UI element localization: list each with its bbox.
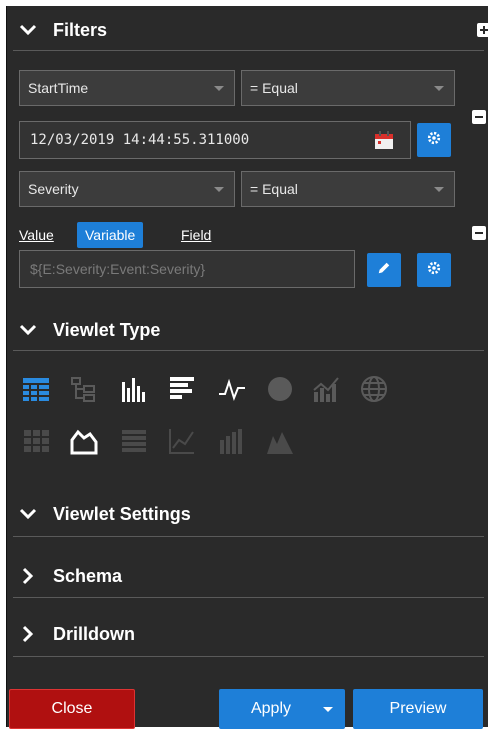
add-filter-plus-icon[interactable]	[477, 23, 488, 37]
filter1-datetime-input[interactable]: 12/03/2019 14:44:55.311000	[19, 121, 411, 159]
chevron-right-icon	[17, 623, 39, 645]
viewlet-settings-section-header[interactable]: Viewlet Settings	[7, 494, 191, 534]
combo-chart-icon[interactable]	[311, 374, 341, 404]
chevron-down-icon	[17, 503, 39, 525]
chevron-down-icon	[214, 86, 224, 91]
close-button-label: Close	[51, 700, 93, 717]
drilldown-section-header[interactable]: Drilldown	[7, 614, 135, 654]
viewlet-editor-panel: Filters StartTime = Equal 12/03/2019 14:…	[6, 6, 488, 729]
filter1-field-value: StartTime	[28, 80, 89, 96]
apply-button[interactable]: Apply	[219, 689, 345, 729]
grid-table-icon[interactable]	[21, 374, 51, 404]
remove-filter2-minus-icon[interactable]	[472, 226, 486, 240]
chevron-down-icon	[434, 86, 444, 91]
filter1-settings-button[interactable]	[417, 123, 451, 157]
filter1-datetime-value: 12/03/2019 14:44:55.311000	[30, 132, 250, 148]
chevron-down-icon	[214, 187, 224, 192]
tab-field[interactable]: Field	[181, 222, 211, 248]
chevron-right-icon	[17, 565, 39, 587]
tab-value[interactable]: Value	[19, 222, 54, 248]
apply-button-label: Apply	[250, 700, 292, 717]
chevron-down-icon	[17, 319, 39, 341]
viewlet-type-divider	[13, 350, 484, 351]
close-button[interactable]: Close	[9, 689, 135, 729]
pencil-icon	[377, 261, 391, 280]
filter2-variable-input[interactable]: ${E:Severity:Event:Severity}	[19, 250, 355, 288]
filter1-field-select[interactable]: StartTime	[19, 70, 235, 106]
chevron-down-icon	[434, 187, 444, 192]
bar-chart-icon[interactable]	[119, 374, 149, 404]
preview-button-label: Preview	[389, 700, 447, 717]
tab-variable[interactable]: Variable	[77, 222, 144, 248]
viewlet-type-title: Viewlet Type	[53, 319, 161, 340]
schema-title: Schema	[53, 565, 123, 586]
list-icon[interactable]	[119, 426, 149, 456]
calendar-icon[interactable]	[374, 130, 394, 150]
drilldown-divider	[13, 656, 484, 657]
viewlet-type-section-header[interactable]: Viewlet Type	[7, 310, 160, 350]
pie-chart-icon[interactable]	[265, 374, 295, 404]
filters-title: Filters	[53, 19, 108, 40]
line-chart-icon[interactable]	[217, 374, 247, 404]
filter2-field-select[interactable]: Severity	[19, 171, 235, 207]
filter1-operator-select[interactable]: = Equal	[241, 70, 455, 106]
filter2-field-value: Severity	[28, 181, 79, 197]
filter2-operator-select[interactable]: = Equal	[241, 171, 455, 207]
viewlet-settings-divider	[13, 536, 484, 537]
heatmap-icon[interactable]	[21, 426, 51, 456]
filters-divider	[13, 50, 484, 51]
filter2-operator-value: = Equal	[250, 181, 298, 197]
viewlet-settings-title: Viewlet Settings	[53, 503, 191, 524]
edit-variable-button[interactable]	[367, 253, 401, 287]
chevron-down-icon	[17, 19, 39, 41]
stacked-bar-icon[interactable]	[217, 426, 247, 456]
filter2-settings-button[interactable]	[417, 253, 451, 287]
mountain-chart-icon[interactable]	[265, 426, 295, 456]
gear-icon	[427, 131, 441, 150]
schema-section-header[interactable]: Schema	[7, 556, 122, 596]
horizontal-bar-chart-icon[interactable]	[167, 374, 197, 404]
gear-icon	[427, 261, 441, 280]
tree-table-icon[interactable]	[69, 374, 99, 404]
filters-section-header[interactable]: Filters	[7, 10, 107, 50]
preview-button[interactable]: Preview	[353, 689, 483, 729]
chevron-down-icon[interactable]	[323, 707, 333, 712]
filter1-operator-value: = Equal	[250, 80, 298, 96]
scatter-icon[interactable]	[167, 426, 197, 456]
schema-divider	[13, 597, 484, 598]
filter2-variable-value: ${E:Severity:Event:Severity}	[30, 261, 206, 277]
remove-filter1-minus-icon[interactable]	[472, 110, 486, 124]
area-chart-icon[interactable]	[69, 426, 99, 456]
globe-map-icon[interactable]	[359, 374, 389, 404]
drilldown-title: Drilldown	[53, 623, 135, 644]
